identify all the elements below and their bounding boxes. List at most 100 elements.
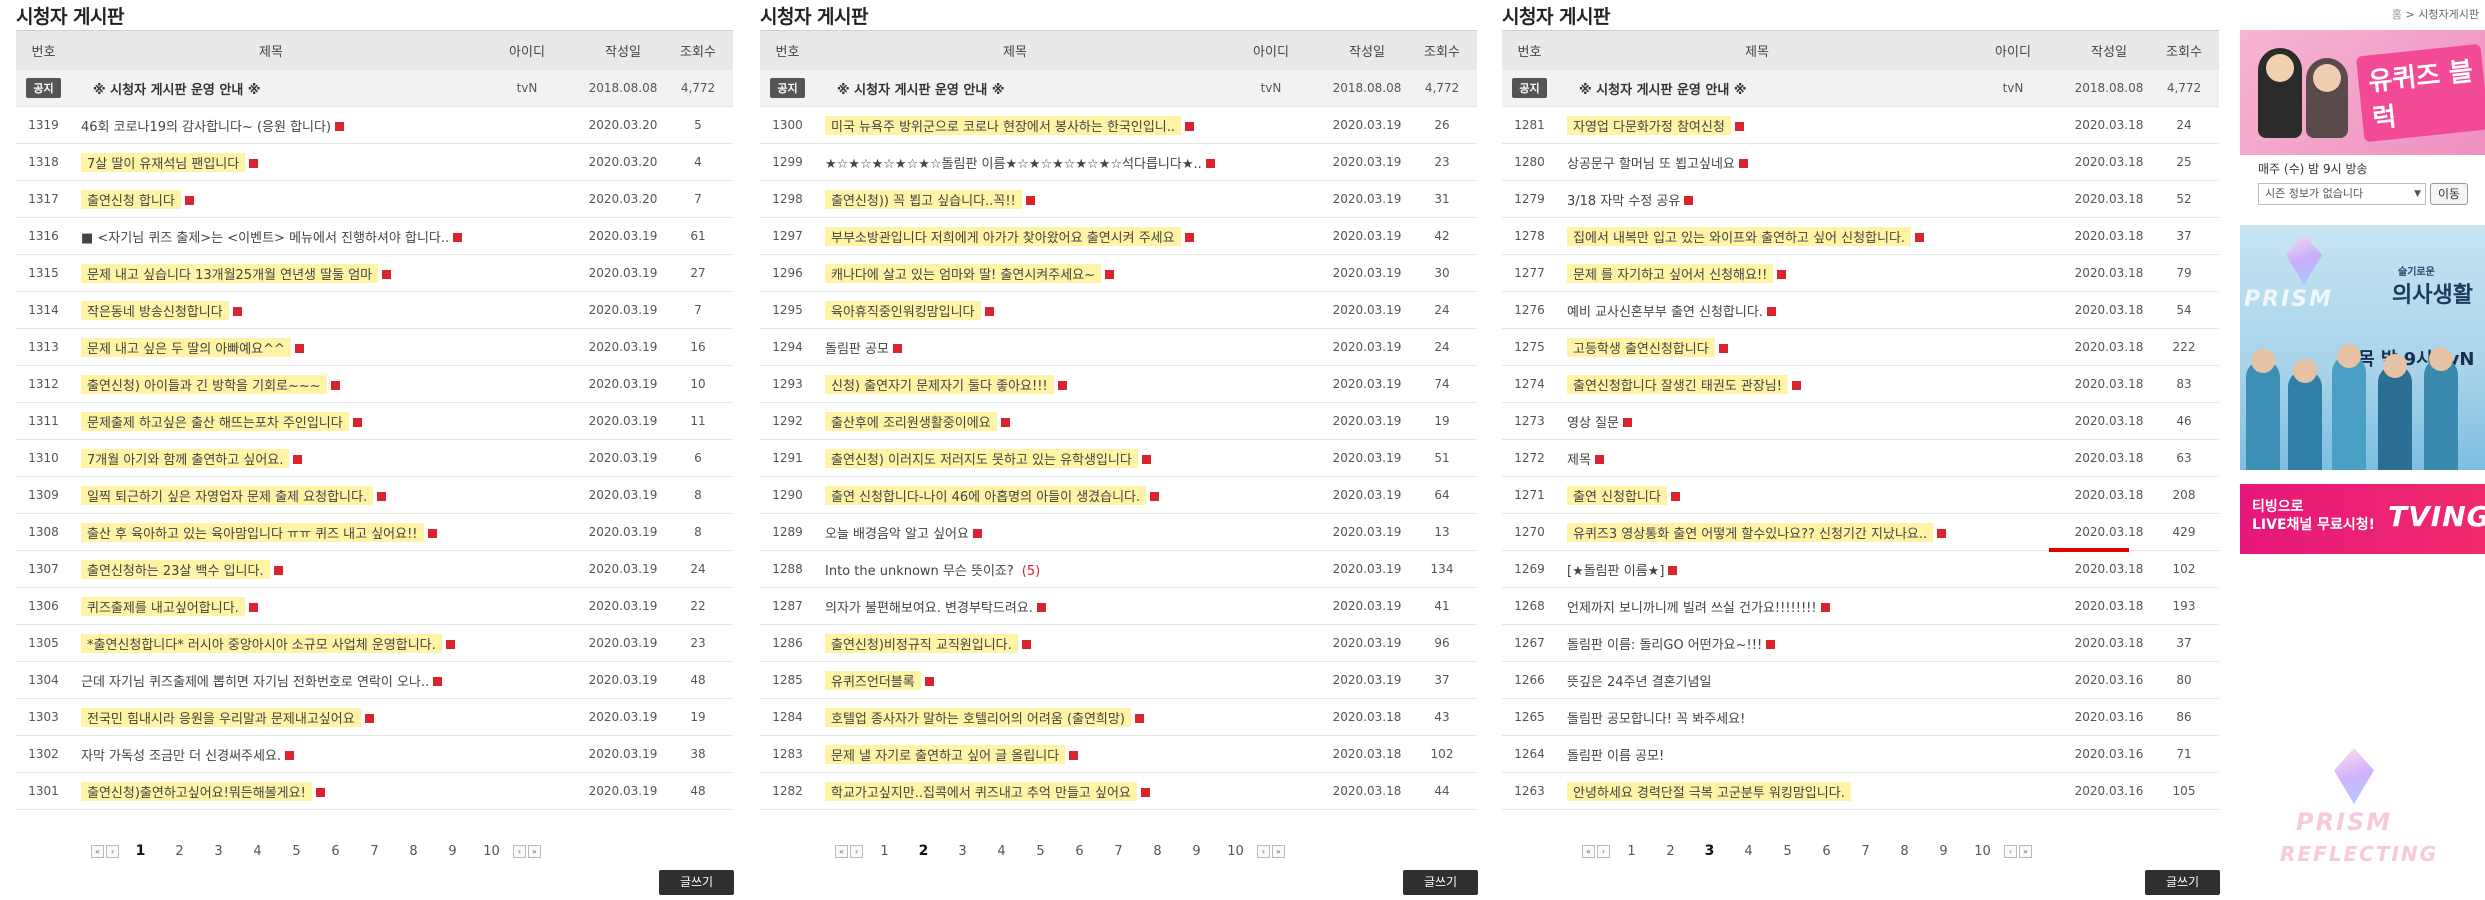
- post-title-link[interactable]: 오늘 배경음악 알고 싶어요: [825, 527, 969, 542]
- post-title-link[interactable]: 전국민 힘내시라 응원을 우리말과 문제내고싶어요: [81, 707, 361, 727]
- prev-page-icon[interactable]: ‹: [1597, 844, 1610, 858]
- table-row[interactable]: 1291 출연신청) 이러지도 저러지도 못하고 있는 유학생입니다 2020.…: [760, 440, 1477, 477]
- page-link[interactable]: 2: [160, 844, 199, 859]
- table-row[interactable]: 1284 호텔업 종사자가 말하는 호텔리어의 어려움 (출연희망) 2020.…: [760, 699, 1477, 736]
- table-row[interactable]: 1285 유퀴즈언더블록 2020.03.19 37: [760, 662, 1477, 699]
- notice-title[interactable]: ※ 시청자 게시판 운영 안내 ※: [1579, 83, 1747, 98]
- post-title-link[interactable]: 돌림판 공모합니다! 꼭 봐주세요!: [1567, 712, 1745, 727]
- post-title-link[interactable]: 문제 를 자기하고 싶어서 신청해요!!: [1567, 263, 1774, 283]
- table-row[interactable]: 1278 집에서 내복만 입고 있는 와이프와 출연하고 싶어 신청합니다. 2…: [1502, 218, 2219, 255]
- page-link[interactable]: 4: [982, 844, 1021, 859]
- post-title-link[interactable]: 육아휴직중인워킹맘입니다: [825, 300, 981, 320]
- table-row[interactable]: 1304 근데 자기님 퀴즈출제에 뽑히면 자기님 전화번호로 연락이 오나..…: [16, 662, 733, 699]
- table-row[interactable]: 1272 제목 2020.03.18 63: [1502, 440, 2219, 477]
- page-link[interactable]: 1: [865, 844, 904, 859]
- post-title-link[interactable]: *출연신청합니다* 러시아 중앙아시아 소규모 사업체 운영합니다.: [81, 633, 442, 653]
- last-page-icon[interactable]: »: [1272, 844, 1285, 858]
- table-row[interactable]: 1319 46회 코로나19의 감사합니다~ (응원 합니다) 2020.03.…: [16, 107, 733, 144]
- ad-banner-hospital-playlist[interactable]: PRISM 슬기로운 의사생활 목 밤 9시 tvN: [2240, 225, 2485, 470]
- table-row[interactable]: 1266 뜻깊은 24주년 결혼기념일 2020.03.16 80: [1502, 662, 2219, 699]
- write-button[interactable]: 글쓰기: [1403, 870, 1478, 895]
- table-row[interactable]: 1290 출연 신청합니다-나이 46에 아홉명의 아들이 생겼습니다. 202…: [760, 477, 1477, 514]
- table-row[interactable]: 1282 학교가고싶지만..집콕에서 퀴즈내고 추억 만들고 싶어요 2020.…: [760, 773, 1477, 810]
- table-row[interactable]: 1295 육아휴직중인워킹맘입니다 2020.03.19 24: [760, 292, 1477, 329]
- post-title-link[interactable]: 7개월 아기와 함께 출연하고 싶어요.: [81, 448, 290, 468]
- table-row[interactable]: 1289 오늘 배경음악 알고 싶어요 2020.03.19 13: [760, 514, 1477, 551]
- table-row[interactable]: 1275 고등학생 출연신청합니다 2020.03.18 222: [1502, 329, 2219, 366]
- table-row[interactable]: 1317 출연신청 합니다 2020.03.20 7: [16, 181, 733, 218]
- table-row[interactable]: 1310 7개월 아기와 함께 출연하고 싶어요. 2020.03.19 6: [16, 440, 733, 477]
- table-row[interactable]: 1283 문제 낼 자기로 출연하고 싶어 글 올립니다 2020.03.18 …: [760, 736, 1477, 773]
- post-title-link[interactable]: 부부소방관입니다 저희에게 아가가 찾아왔어요 출연시켜 주세요: [825, 226, 1181, 246]
- page-link[interactable]: 10: [472, 844, 511, 859]
- post-title-link[interactable]: 캐나다에 살고 있는 엄마와 딸! 출연시켜주세요~: [825, 263, 1102, 283]
- table-row[interactable]: 1269 [★돌림판 이름★] 2020.03.18 102: [1502, 551, 2219, 588]
- post-title-link[interactable]: Into the unknown 무슨 뜻이죠?: [825, 564, 1014, 579]
- table-row[interactable]: 1302 자막 가독성 조금만 더 신경써주세요. 2020.03.19 38: [16, 736, 733, 773]
- table-row[interactable]: 1293 신청) 출연자기 문제자기 둘다 좋아요!!! 2020.03.19 …: [760, 366, 1477, 403]
- table-row[interactable]: 1311 문제출제 하고싶은 출산 해뜨는포차 주인입니다 2020.03.19…: [16, 403, 733, 440]
- post-title-link[interactable]: 작은동네 방송신청합니다: [81, 300, 229, 320]
- page-link[interactable]: 7: [1846, 844, 1885, 859]
- table-row[interactable]: 1268 언제까지 보니까니께 빌려 쓰실 건가요!!!!!!!! 2020.0…: [1502, 588, 2219, 625]
- last-page-icon[interactable]: »: [528, 844, 541, 858]
- post-title-link[interactable]: 출연신청)출연하고싶어요!뭐든해볼게요!: [81, 781, 312, 801]
- post-title-link[interactable]: 출연신청) 이러지도 저러지도 못하고 있는 유학생입니다: [825, 448, 1138, 468]
- table-row[interactable]: 1264 돌림판 이름 공모! 2020.03.16 71: [1502, 736, 2219, 773]
- write-button[interactable]: 글쓰기: [659, 870, 734, 895]
- post-title-link[interactable]: 제목: [1567, 453, 1591, 468]
- post-title-link[interactable]: 일찍 퇴근하기 싶은 자영업자 문제 출제 요청합니다.: [81, 485, 374, 505]
- page-link[interactable]: 9: [1177, 844, 1216, 859]
- page-link[interactable]: 1: [1612, 844, 1651, 859]
- post-title-link[interactable]: 출연신청합니다 잘생긴 태권도 관장님!: [1567, 374, 1788, 394]
- table-row[interactable]: 1270 유퀴즈3 영상통화 출연 어떻게 할수있나요?? 신청기간 지났나요.…: [1502, 514, 2219, 551]
- post-title-link[interactable]: 출연신청하는 23살 백수 입니다.: [81, 559, 270, 579]
- page-link[interactable]: 8: [1885, 844, 1924, 859]
- table-row[interactable]: 1276 예비 교사신혼부부 출연 신청합니다. 2020.03.18 54: [1502, 292, 2219, 329]
- table-row[interactable]: 1287 의자가 불편해보여요. 변경부탁드려요. 2020.03.19 41: [760, 588, 1477, 625]
- page-link[interactable]: 7: [1099, 844, 1138, 859]
- page-link[interactable]: 9: [1924, 844, 1963, 859]
- table-row[interactable]: 1306 퀴즈출제를 내고싶어합니다. 2020.03.19 22: [16, 588, 733, 625]
- page-link[interactable]: 9: [433, 844, 472, 859]
- table-row[interactable]: 1288 Into the unknown 무슨 뜻이죠? (5) 2020.03…: [760, 551, 1477, 588]
- table-row[interactable]: 1294 돌림판 공모 2020.03.19 24: [760, 329, 1477, 366]
- page-link[interactable]: 10: [1216, 844, 1255, 859]
- table-row[interactable]: 1309 일찍 퇴근하기 싶은 자영업자 문제 출제 요청합니다. 2020.0…: [16, 477, 733, 514]
- table-row[interactable]: 1315 문제 내고 싶습니다 13개월25개월 연년생 딸둘 엄마 2020.…: [16, 255, 733, 292]
- post-title-link[interactable]: ★☆★☆★☆★☆★☆돌림판 이름★☆★☆★☆★☆★☆석다릅니다★..: [825, 157, 1202, 172]
- post-title-link[interactable]: 근데 자기님 퀴즈출제에 뽑히면 자기님 전화번호로 연락이 오나..: [81, 675, 429, 690]
- table-row[interactable]: 1308 출산 후 육아하고 있는 육아맘입니다 ㅠㅠ 퀴즈 내고 싶어요!! …: [16, 514, 733, 551]
- post-title-link[interactable]: ■ <자기님 퀴즈 출제>는 <이벤트> 메뉴에서 진행하셔야 합니다..: [81, 231, 449, 246]
- first-page-icon[interactable]: «: [1582, 844, 1595, 858]
- post-title-link[interactable]: 문제 내고 싶습니다 13개월25개월 연년생 딸둘 엄마: [81, 263, 379, 283]
- page-link[interactable]: 10: [1963, 844, 2002, 859]
- ad-banner-tving[interactable]: 티빙으로 LIVE채널 무료시청! TVING: [2240, 484, 2485, 554]
- table-row[interactable]: 1300 미국 뉴욕주 방위군으로 코로나 현장에서 봉사하는 한국인입니.. …: [760, 107, 1477, 144]
- table-row[interactable]: 1277 문제 를 자기하고 싶어서 신청해요!! 2020.03.18 79: [1502, 255, 2219, 292]
- post-title-link[interactable]: 출연신청 합니다: [81, 189, 181, 209]
- notice-row[interactable]: 공지 ※ 시청자 게시판 운영 안내 ※ tvN 2018.08.08 4,77…: [16, 70, 733, 107]
- post-title-link[interactable]: 출연신청) 아이들과 긴 방학을 기회로~~~: [81, 374, 327, 394]
- page-link[interactable]: 8: [394, 844, 433, 859]
- post-title-link[interactable]: 출산 후 육아하고 있는 육아맘입니다 ㅠㅠ 퀴즈 내고 싶어요!!: [81, 522, 424, 542]
- table-row[interactable]: 1292 출산후에 조리원생활중이에요 2020.03.19 19: [760, 403, 1477, 440]
- table-row[interactable]: 1280 상공문구 할머님 또 뵙고싶네요 2020.03.18 25: [1502, 144, 2219, 181]
- table-row[interactable]: 1281 자영업 다문화가정 참여신청 2020.03.18 24: [1502, 107, 2219, 144]
- table-row[interactable]: 1279 3/18 자막 수정 공유 2020.03.18 52: [1502, 181, 2219, 218]
- page-link[interactable]: 6: [1060, 844, 1099, 859]
- table-row[interactable]: 1299 ★☆★☆★☆★☆★☆돌림판 이름★☆★☆★☆★☆★☆석다릅니다★.. …: [760, 144, 1477, 181]
- page-link[interactable]: 2: [904, 843, 943, 859]
- post-title-link[interactable]: 예비 교사신혼부부 출연 신청합니다.: [1567, 305, 1763, 320]
- table-row[interactable]: 1316 ■ <자기님 퀴즈 출제>는 <이벤트> 메뉴에서 진행하셔야 합니다…: [16, 218, 733, 255]
- post-title-link[interactable]: 의자가 불편해보여요. 변경부탁드려요.: [825, 601, 1033, 616]
- program-banner-youquiz[interactable]: 유퀴즈 블럭: [2240, 30, 2485, 155]
- post-title-link[interactable]: 자막 가독성 조금만 더 신경써주세요.: [81, 749, 281, 764]
- post-title-link[interactable]: [★돌림판 이름★]: [1567, 564, 1664, 579]
- table-row[interactable]: 1263 안녕하세요 경력단절 극복 고군분투 워킹맘입니다. 2020.03.…: [1502, 773, 2219, 810]
- post-title-link[interactable]: 46회 코로나19의 감사합니다~ (응원 합니다): [81, 120, 331, 135]
- table-row[interactable]: 1265 돌림판 공모합니다! 꼭 봐주세요! 2020.03.16 86: [1502, 699, 2219, 736]
- post-title-link[interactable]: 문제출제 하고싶은 출산 해뜨는포차 주인입니다: [81, 411, 349, 431]
- next-page-icon[interactable]: ›: [513, 844, 526, 858]
- page-link[interactable]: 8: [1138, 844, 1177, 859]
